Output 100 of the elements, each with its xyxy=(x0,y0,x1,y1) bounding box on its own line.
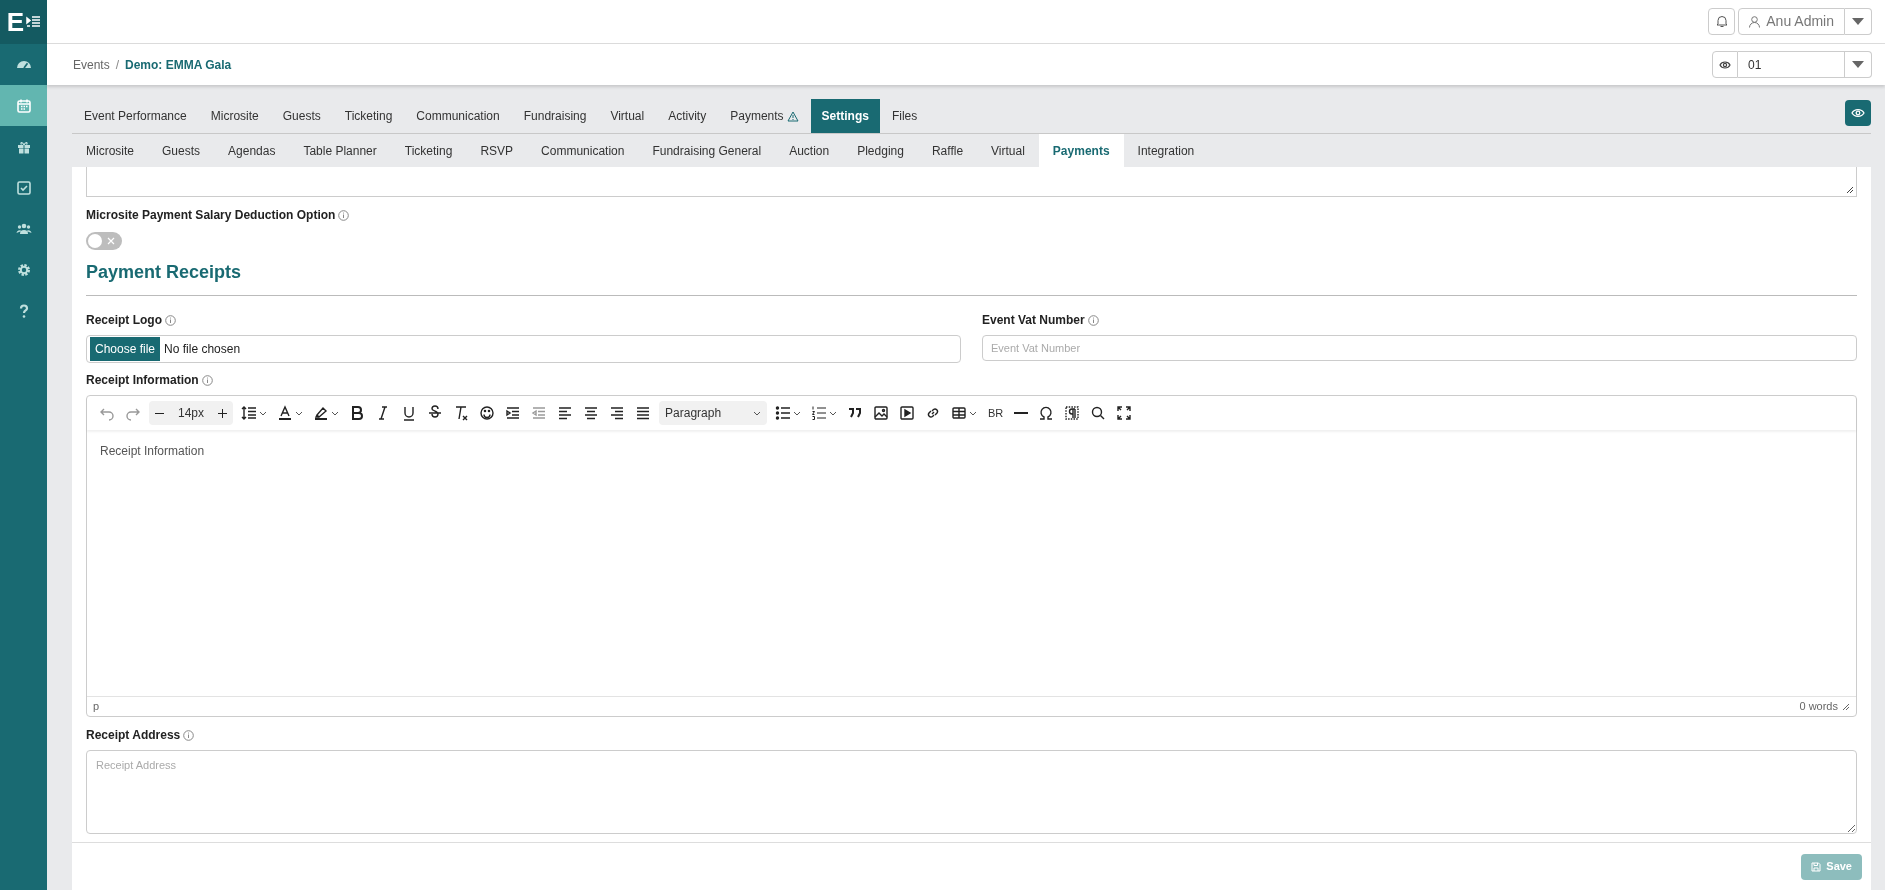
tab[interactable]: Communication xyxy=(404,99,512,133)
tab[interactable]: Ticketing xyxy=(332,99,405,133)
tab[interactable]: Microsite xyxy=(198,99,271,133)
breadcrumb-current: Demo: EMMA Gala xyxy=(125,56,232,74)
subtab[interactable]: Table Planner xyxy=(289,134,391,167)
tab[interactable]: Files xyxy=(879,99,930,133)
info-icon xyxy=(183,729,195,741)
subtab[interactable]: Virtual xyxy=(977,134,1039,167)
tab[interactable]: Activity xyxy=(656,99,719,133)
choose-file-button[interactable]: Choose file xyxy=(90,337,161,361)
caret-icon xyxy=(753,410,762,416)
tab[interactable]: Fundraising xyxy=(511,99,599,133)
breadcrumb-link[interactable]: Events xyxy=(73,55,110,74)
subtab[interactable]: Guests xyxy=(148,134,215,167)
highlighter-icon xyxy=(313,405,330,421)
strikethrough-icon xyxy=(427,405,444,421)
resize-handle-icon xyxy=(1846,186,1854,194)
info-icon xyxy=(338,209,350,221)
caret-icon xyxy=(969,410,978,416)
info-icon xyxy=(201,374,213,386)
clear-format-icon xyxy=(453,405,470,421)
view-mode-button[interactable] xyxy=(1712,51,1738,78)
caret-icon xyxy=(295,410,304,416)
subtab[interactable]: Integration xyxy=(1123,134,1209,167)
input-field[interactable]: Event Vat Number xyxy=(982,335,1857,361)
image-icon xyxy=(873,405,890,421)
caret-icon xyxy=(1852,61,1864,68)
bold-icon xyxy=(349,405,366,421)
user-icon xyxy=(1749,15,1761,28)
view-select[interactable]: 01 xyxy=(1738,51,1845,78)
align-left-icon xyxy=(557,405,574,421)
logo-letter: E xyxy=(6,9,25,35)
field-label: Receipt Address xyxy=(86,727,181,744)
tab[interactable]: Payments xyxy=(718,99,811,133)
info-icon xyxy=(1087,314,1099,326)
bullet-list-icon xyxy=(775,405,792,421)
outdent-icon xyxy=(531,405,548,421)
gauge-icon xyxy=(16,61,31,68)
align-right-icon xyxy=(609,405,626,421)
subtab[interactable]: Raffle xyxy=(917,134,978,167)
subtab[interactable]: Fundraising General xyxy=(638,134,776,167)
field-label: Receipt Information xyxy=(86,372,199,389)
caret-icon xyxy=(259,410,268,416)
subtab[interactable]: Ticketing xyxy=(390,134,467,167)
checkbox-icon xyxy=(15,179,32,196)
field-label: Microsite Payment Salary Deduction Option xyxy=(86,207,336,224)
plus-icon xyxy=(218,408,228,418)
subtab[interactable]: Auction xyxy=(775,134,844,167)
subtab[interactable]: Pledging xyxy=(843,134,918,167)
gear-icon xyxy=(15,261,32,278)
info-icon xyxy=(165,314,176,326)
editor-content-area[interactable]: Receipt Information xyxy=(87,430,1856,696)
tab[interactable]: Event Performance xyxy=(72,99,199,133)
eye-icon xyxy=(1719,59,1731,70)
file-status: No file chosen xyxy=(164,341,241,358)
field-label: Event Vat Number xyxy=(982,312,1085,329)
view-dropdown-button[interactable] xyxy=(1845,51,1872,78)
subtab[interactable]: Communication xyxy=(527,134,639,167)
emoji-icon xyxy=(479,405,496,421)
tab[interactable]: Virtual xyxy=(598,99,657,133)
file-input[interactable]: Choose file No file chosen xyxy=(86,335,961,363)
text-area[interactable]: Receipt Address xyxy=(86,750,1857,834)
block-format-select[interactable]: Paragraph xyxy=(659,401,768,425)
text-color-icon xyxy=(277,405,294,421)
tab[interactable]: Settings xyxy=(810,99,880,133)
omega-icon xyxy=(1038,405,1055,421)
caret-icon xyxy=(1852,18,1864,25)
menu-icon[interactable] xyxy=(26,15,41,29)
caret-icon xyxy=(829,410,838,416)
horizontal-line-icon xyxy=(1014,412,1029,414)
bell-icon xyxy=(1715,15,1728,28)
numbered-list-icon xyxy=(811,405,828,421)
media-icon xyxy=(899,405,916,421)
tab[interactable]: Guests xyxy=(270,99,333,133)
preview-button[interactable] xyxy=(1845,100,1871,126)
toggle-switch[interactable] xyxy=(86,232,122,250)
word-count: 0 words xyxy=(1799,699,1838,715)
breadcrumb-separator: / xyxy=(115,56,120,74)
caret-icon xyxy=(331,410,340,416)
section-title: Payment Receipts xyxy=(86,259,1857,296)
x-icon xyxy=(107,237,115,245)
show-blocks-icon xyxy=(1064,405,1081,421)
user-menu-button[interactable]: Anu Admin xyxy=(1738,8,1845,35)
subtab[interactable]: Agendas xyxy=(214,134,290,167)
line-break-button[interactable]: BR xyxy=(983,400,1009,426)
table-icon xyxy=(951,405,968,421)
subtab[interactable]: Microsite xyxy=(72,134,148,167)
caret-icon xyxy=(793,410,802,416)
search-icon xyxy=(1090,405,1107,421)
justify-icon xyxy=(635,405,652,421)
subtab[interactable]: RSVP xyxy=(466,134,528,167)
line-height-icon xyxy=(241,405,258,421)
align-center-icon xyxy=(583,405,600,421)
fullscreen-icon xyxy=(1116,405,1133,421)
calendar-icon xyxy=(15,97,32,114)
element-path: p xyxy=(93,699,100,715)
user-dropdown-button[interactable] xyxy=(1845,8,1872,35)
subtab[interactable]: Payments xyxy=(1038,134,1124,167)
eye-icon xyxy=(1851,108,1865,118)
indent-icon xyxy=(505,405,522,421)
